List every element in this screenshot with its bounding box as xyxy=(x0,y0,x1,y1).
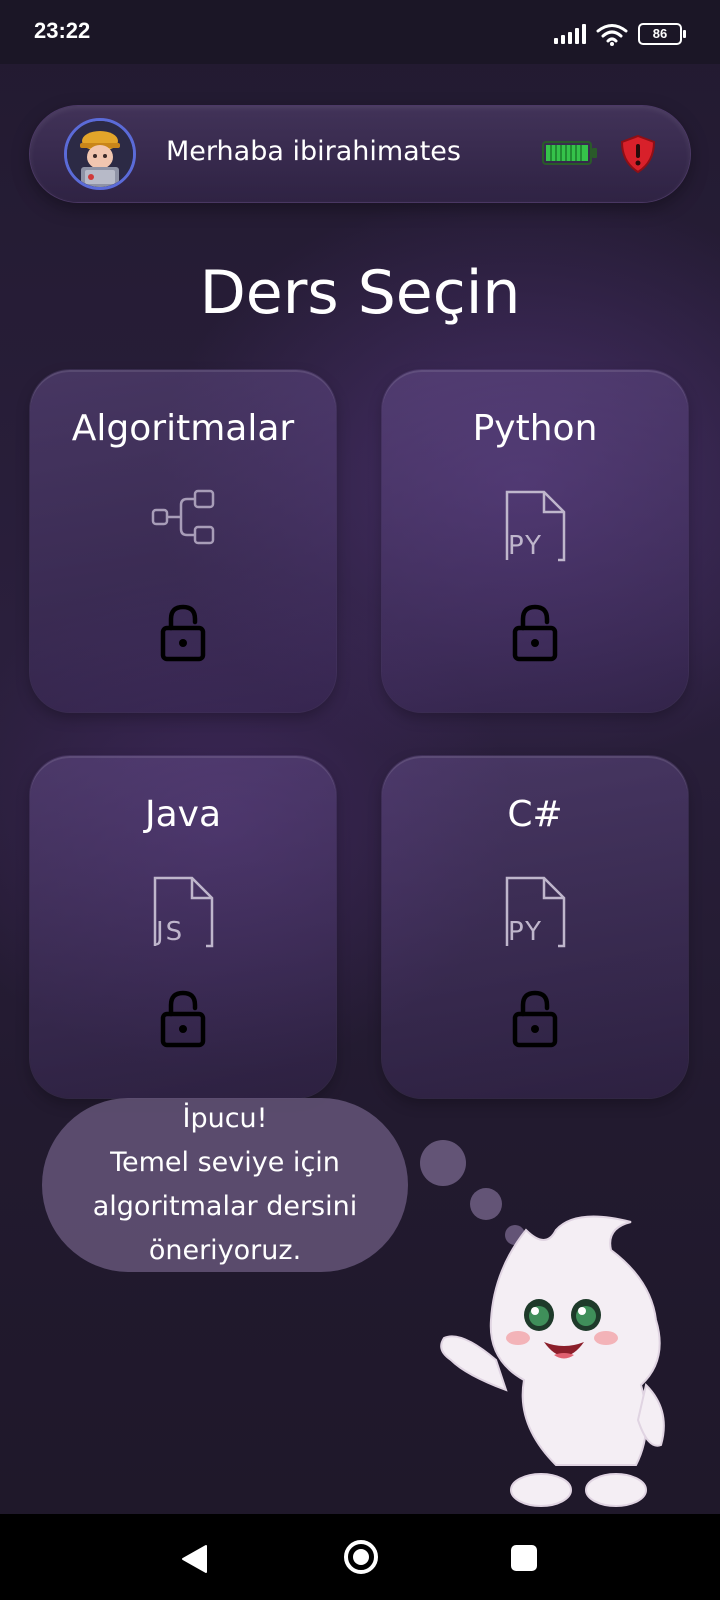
wifi-icon xyxy=(596,24,628,46)
lock-icon xyxy=(160,990,206,1048)
app-screen: 23:22 86 Merhaba ibirahimates Ders Seçin… xyxy=(0,0,720,1600)
course-card-algoritmalar[interactable]: Algoritmalar xyxy=(30,370,336,712)
course-title: Algoritmalar xyxy=(71,408,295,449)
fluffy-mascot-icon xyxy=(440,1215,665,1507)
battery-icon: 86 xyxy=(638,23,686,45)
flowchart-icon xyxy=(151,489,215,545)
navigation-bar xyxy=(0,1514,720,1600)
tip-bubble: İpucu! Temel seviye için algoritmalar de… xyxy=(42,1098,408,1272)
course-card-python[interactable]: Python PY xyxy=(382,370,688,712)
py-file-icon: PY xyxy=(505,876,566,948)
home-icon[interactable] xyxy=(342,1538,380,1576)
signal-icon xyxy=(554,24,586,44)
course-card-csharp[interactable]: C# PY xyxy=(382,756,688,1098)
tip-line: Temel seviye için xyxy=(110,1147,340,1178)
user-avatar[interactable] xyxy=(64,118,136,190)
lock-icon xyxy=(512,604,558,662)
tip-line: öneriyoruz. xyxy=(148,1235,302,1266)
course-title: C# xyxy=(507,794,563,835)
course-title: Python xyxy=(472,408,598,449)
course-title: Java xyxy=(144,794,222,835)
tip-title: İpucu! xyxy=(182,1103,268,1134)
user-header: Merhaba ibirahimates xyxy=(30,106,690,202)
recent-apps-icon[interactable] xyxy=(510,1544,538,1572)
lock-icon xyxy=(160,604,206,662)
status-time: 23:22 xyxy=(34,18,91,43)
shield-alert-icon[interactable] xyxy=(618,134,658,174)
page-title: Ders Seçin xyxy=(199,258,521,328)
greeting-text: Merhaba ibirahimates xyxy=(166,136,461,167)
course-card-java[interactable]: Java JS xyxy=(30,756,336,1098)
py-file-icon: PY xyxy=(505,490,566,562)
energy-battery-icon[interactable] xyxy=(542,140,598,166)
js-file-icon: JS xyxy=(153,876,214,948)
status-icons: 86 xyxy=(554,22,686,46)
svg-text:PY: PY xyxy=(508,531,543,561)
thought-dot xyxy=(420,1140,466,1186)
svg-text:PY: PY xyxy=(508,917,543,947)
back-icon[interactable] xyxy=(180,1544,208,1574)
battery-level: 86 xyxy=(652,26,668,41)
lock-icon xyxy=(512,990,558,1048)
tip-line: algoritmalar dersini xyxy=(92,1191,358,1222)
svg-text:JS: JS xyxy=(154,917,184,947)
status-bar: 23:22 86 xyxy=(0,0,720,64)
